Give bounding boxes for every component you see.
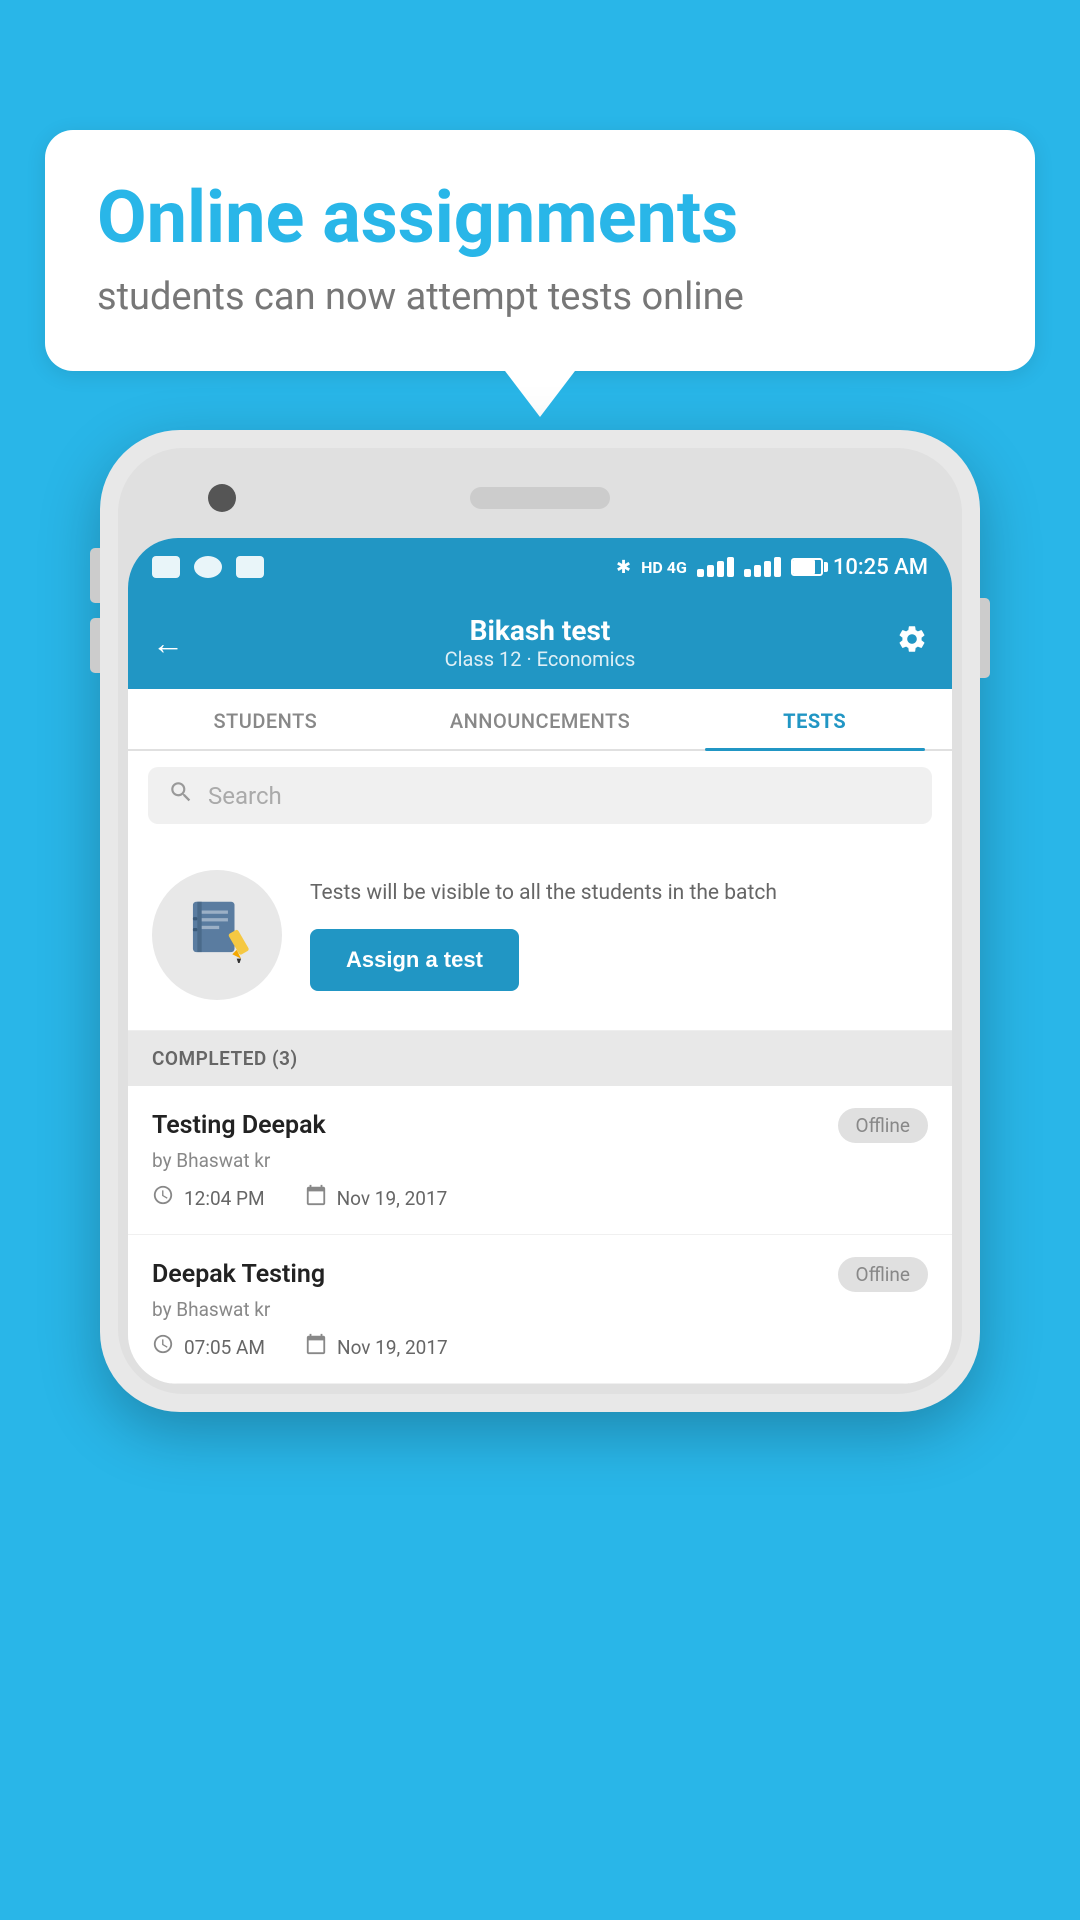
tab-tests[interactable]: TESTS — [677, 689, 952, 749]
app-bar-title: Bikash test — [445, 614, 636, 647]
assign-test-button[interactable]: Assign a test — [310, 929, 519, 991]
whatsapp-icon — [194, 556, 222, 578]
gallery-icon — [236, 556, 264, 578]
phone-top — [128, 458, 952, 538]
test-item-meta: 12:04 PM Nov 19, 2017 — [152, 1184, 928, 1212]
search-icon — [168, 779, 194, 812]
signal-bar-3 — [717, 561, 724, 577]
calendar-icon — [305, 1184, 327, 1212]
test-time: 07:05 AM — [184, 1336, 265, 1359]
volume-down-button[interactable] — [90, 618, 100, 673]
meta-date: Nov 19, 2017 — [305, 1333, 448, 1361]
status-left-icons — [152, 556, 264, 578]
calendar-icon — [305, 1333, 327, 1361]
search-placeholder: Search — [208, 782, 282, 810]
signal-bar-2 — [707, 565, 714, 577]
test-item[interactable]: Deepak Testing Offline by Bhaswat kr 07:… — [128, 1235, 952, 1384]
bubble-subtitle: students can now attempt tests online — [97, 275, 983, 319]
test-item-header: Deepak Testing Offline — [152, 1257, 928, 1292]
app-bar-center: Bikash test Class 12 · Economics — [445, 614, 636, 671]
offline-badge: Offline — [838, 1108, 928, 1143]
app-bar: ← Bikash test Class 12 · Economics — [128, 596, 952, 689]
status-bar: ✱ HD 4G — [128, 538, 952, 596]
test-item-title: Deepak Testing — [152, 1260, 325, 1289]
test-item-meta: 07:05 AM Nov 19, 2017 — [152, 1333, 928, 1361]
meta-time: 07:05 AM — [152, 1333, 265, 1361]
assign-section: Tests will be visible to all the student… — [128, 840, 952, 1031]
signal-bar-8 — [774, 557, 781, 577]
phone-mockup: ✱ HD 4G — [100, 430, 980, 1412]
signal-bars — [697, 557, 734, 577]
back-button[interactable]: ← — [152, 624, 184, 662]
test-date: Nov 19, 2017 — [337, 1336, 448, 1359]
signal-bar-6 — [754, 565, 761, 577]
battery-icon — [791, 558, 823, 576]
test-icon — [182, 893, 252, 977]
status-right-icons: ✱ HD 4G — [616, 555, 928, 580]
app-icon-1 — [152, 556, 180, 578]
speech-bubble: Online assignments students can now atte… — [45, 130, 1035, 371]
test-time: 12:04 PM — [184, 1187, 265, 1210]
signal-bar-4 — [727, 557, 734, 577]
clock-icon — [152, 1333, 174, 1361]
screen: ✱ HD 4G — [128, 538, 952, 1384]
test-item-author: by Bhaswat kr — [152, 1298, 928, 1321]
signal-bar-5 — [744, 569, 751, 577]
tab-students[interactable]: STUDENTS — [128, 689, 403, 749]
network-label: HD 4G — [641, 558, 687, 577]
volume-up-button[interactable] — [90, 548, 100, 603]
search-bar[interactable]: Search — [148, 767, 932, 824]
meta-date: Nov 19, 2017 — [305, 1184, 448, 1212]
bubble-title: Online assignments — [97, 178, 983, 257]
test-item-header: Testing Deepak Offline — [152, 1108, 928, 1143]
power-button[interactable] — [980, 598, 990, 678]
status-time: 10:25 AM — [833, 555, 928, 580]
search-container: Search — [128, 751, 952, 840]
signal-bars-2 — [744, 557, 781, 577]
clock-icon — [152, 1184, 174, 1212]
tabs: STUDENTS ANNOUNCEMENTS TESTS — [128, 689, 952, 751]
test-item[interactable]: Testing Deepak Offline by Bhaswat kr 12:… — [128, 1086, 952, 1235]
assign-content: Tests will be visible to all the student… — [310, 879, 928, 990]
settings-button[interactable] — [896, 623, 928, 663]
camera — [208, 484, 236, 512]
test-item-author: by Bhaswat kr — [152, 1149, 928, 1172]
completed-header: COMPLETED (3) — [128, 1031, 952, 1086]
test-icon-circle — [152, 870, 282, 1000]
tab-announcements[interactable]: ANNOUNCEMENTS — [403, 689, 678, 749]
offline-badge: Offline — [838, 1257, 928, 1292]
signal-bar-7 — [764, 561, 771, 577]
assign-desc: Tests will be visible to all the student… — [310, 879, 928, 908]
meta-time: 12:04 PM — [152, 1184, 265, 1212]
test-item-title: Testing Deepak — [152, 1111, 326, 1140]
signal-bar-1 — [697, 569, 704, 577]
bluetooth-icon: ✱ — [616, 557, 631, 578]
app-bar-subtitle: Class 12 · Economics — [445, 647, 636, 671]
speaker — [470, 487, 610, 509]
test-date: Nov 19, 2017 — [337, 1187, 448, 1210]
